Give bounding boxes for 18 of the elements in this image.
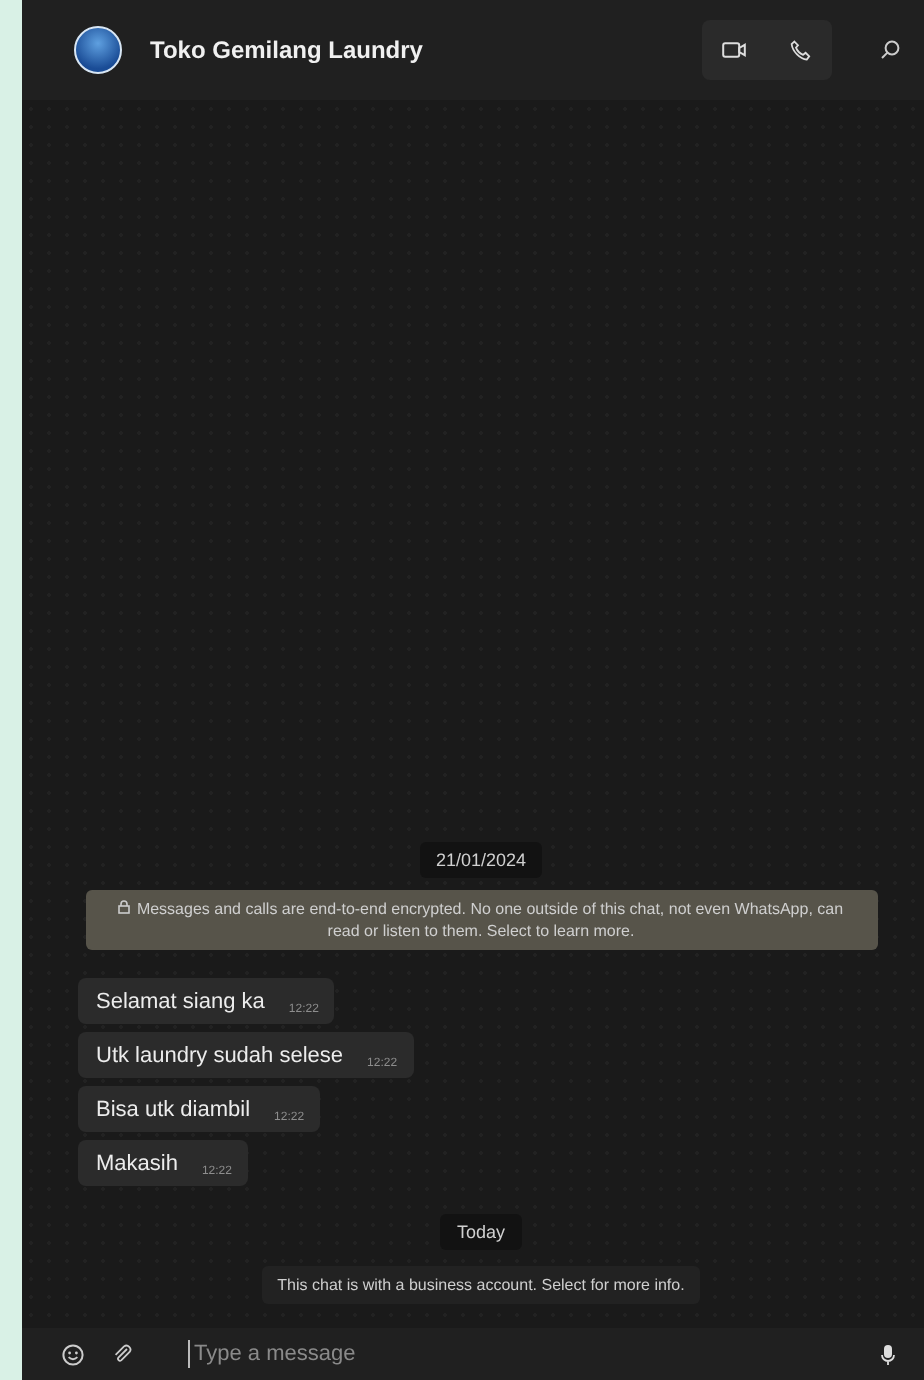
paperclip-icon[interactable] xyxy=(112,1344,132,1364)
phone-icon[interactable] xyxy=(790,39,812,61)
message-text: Bisa utk diambil xyxy=(96,1098,251,1122)
message-composer[interactable]: Type a message xyxy=(22,1328,924,1380)
encryption-text: Messages and calls are end-to-end encrypted. No one outside of this chat, not even WhatsApp, can read or listen to them. Select to learn more. xyxy=(136,900,844,940)
lock-icon xyxy=(118,900,131,914)
avatar[interactable] xyxy=(74,26,122,74)
video-call-icon[interactable] xyxy=(722,40,746,60)
chat-title: Toko Gemilang Laundry xyxy=(150,36,425,64)
business-notice[interactable]: This chat is with a business account. Select for more info. xyxy=(261,1266,701,1304)
emoji-icon[interactable] xyxy=(62,1343,84,1365)
message-text: Utk laundry sudah selese xyxy=(96,1044,344,1068)
encryption-notice[interactable]: Messages and calls are end-to-end encrypted. No one outside of this chat, not even WhatsApp, can read or listen to them. Select to learn more. xyxy=(85,890,877,950)
search-icon[interactable] xyxy=(880,40,900,60)
message-text: Selamat siang ka xyxy=(96,990,265,1014)
message-input[interactable]: Type a message xyxy=(188,1340,852,1368)
microphone-icon[interactable] xyxy=(880,1343,896,1365)
message-text: Makasih xyxy=(96,1152,178,1176)
